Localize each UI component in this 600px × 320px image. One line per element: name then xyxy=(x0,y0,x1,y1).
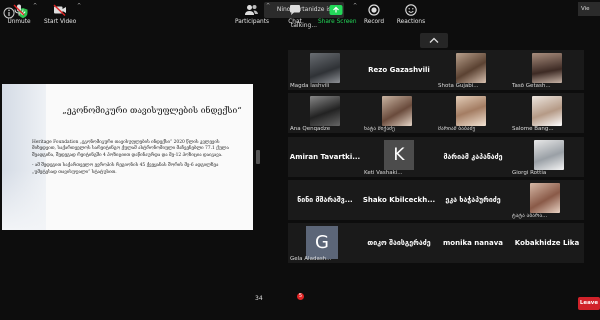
participant-name: Salome Bang... xyxy=(512,126,554,132)
participant-name: ნატა მიქაძე xyxy=(364,126,395,132)
slide-title: „ეკონომიკური თავისუფლების ინდექსი“ xyxy=(62,106,242,116)
participant-avatar: K xyxy=(384,140,414,170)
leave-label: Leave xyxy=(579,300,599,306)
participant-tile[interactable]: ეკა ხაჭაპურიძე xyxy=(436,180,510,220)
video-off-icon xyxy=(53,4,66,17)
start-video-button[interactable]: Start Video xyxy=(44,3,76,30)
chevron-up-icon[interactable]: ^ xyxy=(33,3,37,9)
view-label: Vie xyxy=(581,6,590,12)
participant-tile[interactable]: Amiran Tavartki... xyxy=(288,137,362,177)
participant-name: Keti Vashaki... xyxy=(364,170,403,176)
participant-name: Kobakhidze Lika xyxy=(514,239,580,247)
participant-video xyxy=(310,96,340,126)
share-screen-icon xyxy=(329,5,343,15)
participant-tile[interactable]: Kobakhidze Lika xyxy=(510,223,584,263)
participant-tile[interactable]: თიკო შაისგერაძე xyxy=(362,223,436,263)
participant-tile[interactable]: K Keti Vashaki... xyxy=(362,137,436,177)
participants-label: Participants xyxy=(234,19,270,25)
participant-name: Magda lashvili xyxy=(290,83,330,89)
participant-name: მარიამ კაპანაძე xyxy=(443,153,503,161)
participant-video xyxy=(532,96,562,126)
participant-name: ნინი მშარაშვ... xyxy=(297,196,353,204)
unmute-button[interactable]: Unmute xyxy=(4,3,34,30)
participant-name: მარიამ ბაბაძე xyxy=(438,126,476,132)
participant-tile[interactable]: Shota Gujabi... xyxy=(436,50,510,90)
participant-name: ეკა ხაჭაპურიძე xyxy=(445,196,501,204)
participant-tile[interactable]: მარიამ კაპანაძე xyxy=(436,137,510,177)
participant-name: Ana Qenqadze xyxy=(290,126,331,132)
smiley-icon xyxy=(405,4,417,16)
participant-name: Shako Kbilceckh... xyxy=(362,196,436,204)
microphone-muted-icon xyxy=(13,4,25,16)
chat-icon xyxy=(290,5,300,15)
record-icon xyxy=(368,4,380,16)
unread-badge: 5 xyxy=(297,293,304,300)
participant-tile[interactable]: ნატა მიქაძე xyxy=(362,93,436,133)
chevron-up-icon[interactable]: ^ xyxy=(353,3,357,9)
participant-tile[interactable]: Shako Kbilceckh... xyxy=(362,180,436,220)
reactions-label: Reactions xyxy=(396,19,426,25)
participant-tile[interactable]: monika nanava xyxy=(436,223,510,263)
collapse-gallery-button[interactable] xyxy=(420,33,448,48)
participant-tile[interactable]: ნინი მშარაშვ... xyxy=(288,180,362,220)
participant-tile[interactable]: ტატა აბარა... xyxy=(510,180,584,220)
record-button[interactable]: Record xyxy=(362,3,386,30)
chevron-up-icon[interactable]: ^ xyxy=(266,3,270,9)
participant-name: თიკო შაისგერაძე xyxy=(367,239,431,247)
participant-tile[interactable]: Giorgi Rottia xyxy=(510,137,584,177)
participant-name: Amiran Tavartki... xyxy=(289,153,361,161)
share-screen-label: Share Screen xyxy=(318,19,357,25)
participants-button[interactable]: Participants xyxy=(234,3,270,30)
record-label: Record xyxy=(363,19,385,25)
shared-screen-slide: „ეკონომიკური თავისუფლების ინდექსი“ Herit… xyxy=(2,84,253,230)
share-screen-button[interactable]: Share Screen xyxy=(318,3,357,30)
chat-label: Chat xyxy=(288,19,302,25)
slide-paragraph: - ამ შედეგით საქართველო ევროპის რეგიონის… xyxy=(32,163,219,175)
chat-button[interactable]: Chat xyxy=(283,3,307,30)
chevron-up-icon[interactable]: ^ xyxy=(77,3,81,9)
participant-tile[interactable]: G Gela Aladash... xyxy=(288,223,362,263)
participant-video xyxy=(534,140,564,170)
participant-name: ტატა აბარა... xyxy=(512,213,548,219)
unmute-label: Unmute xyxy=(7,19,31,25)
participant-name: monika nanava xyxy=(442,239,503,247)
start-video-label: Start Video xyxy=(44,19,77,25)
participant-avatar: G xyxy=(306,226,338,259)
slide-paragraph: Heritage Foundation „ეკონომიკური თავისუფ… xyxy=(32,140,229,158)
participant-name: Gela Aladash... xyxy=(290,256,332,262)
participant-tile[interactable]: Ana Qenqadze xyxy=(288,93,362,133)
participant-video xyxy=(456,96,486,126)
chevron-up-icon xyxy=(429,37,439,43)
participant-video xyxy=(530,183,560,213)
view-button[interactable]: Vie xyxy=(578,2,600,16)
participant-name: Rezo Gazashvili xyxy=(368,66,430,74)
participants-icon xyxy=(245,5,258,15)
reactions-button[interactable]: Reactions xyxy=(396,3,426,30)
participant-name: Giorgi Rottia xyxy=(512,170,547,176)
leave-button[interactable]: Leave xyxy=(578,297,600,310)
participant-tile[interactable]: Tasō Getash... xyxy=(510,50,584,90)
participant-video xyxy=(382,96,412,126)
split-view-divider[interactable] xyxy=(256,150,260,164)
participant-video xyxy=(456,53,486,83)
slide-body: Heritage Foundation „ეკონომიკური თავისუფ… xyxy=(32,140,240,180)
participant-video xyxy=(310,53,340,83)
participant-tile[interactable]: მარიამ ბაბაძე xyxy=(436,93,510,133)
participant-tile[interactable]: Salome Bang... xyxy=(510,93,584,133)
participant-tile[interactable]: Magda lashvili xyxy=(288,50,362,90)
participant-tile[interactable]: Rezo Gazashvili xyxy=(362,50,436,90)
participant-count: 34 xyxy=(255,295,263,302)
participant-name: Shota Gujabi... xyxy=(438,83,479,89)
participant-video xyxy=(532,53,562,83)
participant-name: Tasō Getash... xyxy=(512,83,551,89)
